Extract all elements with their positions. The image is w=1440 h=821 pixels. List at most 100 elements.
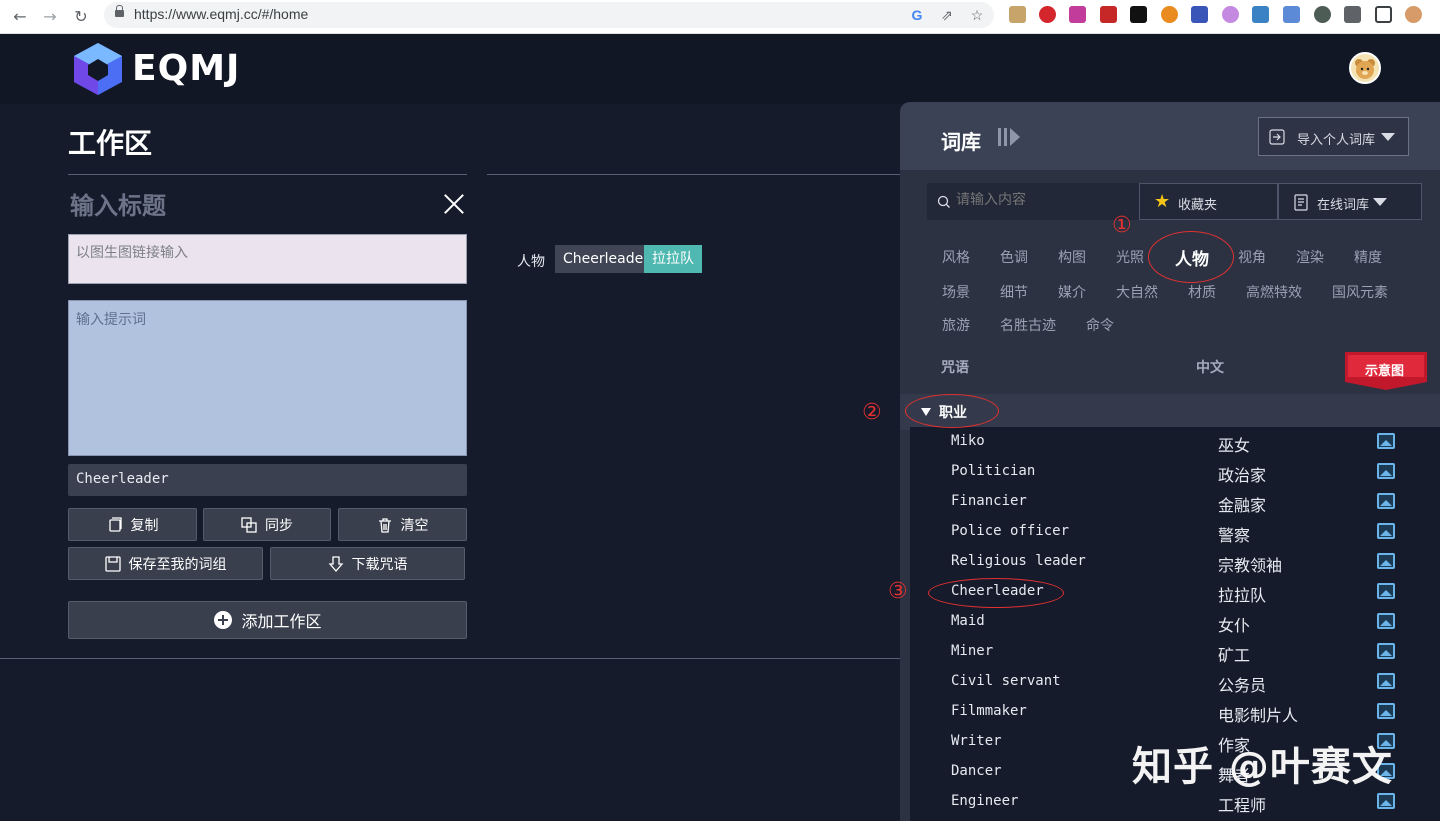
annotation-circle-people: [1148, 231, 1234, 283]
chevron-down-icon: [1381, 133, 1395, 141]
image-preview-icon[interactable]: [1377, 703, 1395, 719]
item-en: Police officer: [951, 523, 1070, 539]
list-item[interactable]: Miko 巫女: [910, 427, 1440, 457]
sidepanel-icon[interactable]: [1375, 6, 1392, 23]
save-icon: [104, 555, 121, 572]
copy-label: 复制: [130, 517, 159, 534]
list-item[interactable]: Maid 女仆: [910, 607, 1440, 637]
title-input[interactable]: 输入标题: [70, 186, 430, 220]
google-icon[interactable]: G: [908, 6, 926, 24]
sample-label: 示意图: [1365, 364, 1405, 379]
list-item[interactable]: Politician 政治家: [910, 457, 1440, 487]
favorites-button[interactable]: ★ 收藏夹: [1139, 183, 1278, 220]
download-button[interactable]: 下载咒语: [270, 547, 465, 580]
extension-puzzle-icon[interactable]: [1069, 6, 1086, 23]
extension-calendar-icon[interactable]: [1283, 6, 1300, 23]
category-chinese-style[interactable]: 国风元素: [1332, 282, 1388, 302]
list-item[interactable]: Miner 矿工: [910, 637, 1440, 667]
extension-dots-icon[interactable]: [1100, 6, 1117, 23]
bookmark-star-icon[interactable]: ☆: [968, 6, 986, 24]
category-scene[interactable]: 场景: [942, 282, 970, 302]
document-icon: [1294, 194, 1308, 211]
import-library-button[interactable]: 导入个人词库: [1258, 117, 1409, 156]
image-preview-icon[interactable]: [1377, 643, 1395, 659]
image-preview-icon[interactable]: [1377, 553, 1395, 569]
chevron-down-icon: [1373, 198, 1387, 206]
item-en: Writer: [951, 733, 1002, 749]
category-nature[interactable]: 大自然: [1116, 282, 1158, 302]
divider: [0, 658, 910, 659]
extension-globe-icon[interactable]: [1314, 6, 1331, 23]
extension-abp-icon[interactable]: [1039, 6, 1056, 23]
category-material[interactable]: 材质: [1188, 282, 1216, 302]
add-workspace-button[interactable]: 添加工作区: [68, 601, 467, 639]
list-item[interactable]: Police officer 警察: [910, 517, 1440, 547]
category-travel[interactable]: 旅游: [942, 315, 970, 335]
image-preview-icon[interactable]: [1377, 583, 1395, 599]
save-to-group-button[interactable]: 保存至我的词组: [68, 547, 263, 580]
category-composition[interactable]: 构图: [1058, 247, 1086, 267]
extension-v-icon[interactable]: [1252, 6, 1269, 23]
extension-image-icon[interactable]: [1009, 6, 1026, 23]
category-effects[interactable]: 高燃特效: [1246, 282, 1302, 302]
category-style[interactable]: 风格: [942, 247, 970, 267]
extension-circle-icon[interactable]: [1161, 6, 1178, 23]
copy-button[interactable]: 复制: [68, 508, 197, 541]
category-lighting[interactable]: 光照: [1116, 247, 1144, 267]
item-en: Civil servant: [951, 673, 1061, 689]
image-preview-icon[interactable]: [1377, 463, 1395, 479]
image-preview-icon[interactable]: [1377, 613, 1395, 629]
user-avatar[interactable]: [1349, 52, 1381, 84]
list-item[interactable]: Religious leader 宗教领袖: [910, 547, 1440, 577]
category-tone[interactable]: 色调: [1000, 247, 1028, 267]
item-zh: 金融家: [1218, 496, 1267, 515]
item-en: Filmmaker: [951, 703, 1027, 719]
brand-name[interactable]: EQMJ: [132, 48, 240, 89]
eqmj-logo-icon[interactable]: [72, 41, 124, 97]
category-landmarks[interactable]: 名胜古迹: [1000, 315, 1056, 335]
online-library-button[interactable]: 在线词库: [1278, 183, 1422, 220]
save-label: 保存至我的词组: [128, 556, 227, 573]
search-field[interactable]: [927, 183, 1139, 220]
image-preview-icon[interactable]: [1377, 523, 1395, 539]
list-item[interactable]: Financier 金融家: [910, 487, 1440, 517]
address-bar[interactable]: https://www.eqmj.cc/#/home G ⇗ ☆: [104, 2, 994, 28]
prompt-output[interactable]: Cheerleader: [68, 464, 467, 496]
back-icon[interactable]: ←: [10, 7, 30, 27]
extension-spiral-icon[interactable]: [1222, 6, 1239, 23]
search-input[interactable]: [956, 192, 1126, 208]
item-en: Financier: [951, 493, 1027, 509]
share-icon[interactable]: ⇗: [938, 6, 956, 24]
image-preview-icon[interactable]: [1377, 793, 1395, 809]
image-preview-icon[interactable]: [1377, 433, 1395, 449]
extension-square-icon[interactable]: [1191, 6, 1208, 23]
category-precision[interactable]: 精度: [1354, 247, 1382, 267]
close-icon[interactable]: [441, 191, 467, 217]
image-preview-icon[interactable]: [1377, 673, 1395, 689]
category-detail[interactable]: 细节: [1000, 282, 1028, 302]
extension-l-icon[interactable]: [1130, 6, 1147, 23]
list-item[interactable]: Filmmaker 电影制片人: [910, 697, 1440, 727]
sync-button[interactable]: 同步: [203, 508, 331, 541]
annotation-number-2: ②: [862, 400, 882, 425]
tag-chip-en[interactable]: Cheerleader: [555, 245, 657, 273]
sample-image-badge: 示意图: [1345, 352, 1427, 390]
category-medium[interactable]: 媒介: [1058, 282, 1086, 302]
image-preview-icon[interactable]: [1377, 493, 1395, 509]
item-zh: 电影制片人: [1218, 706, 1299, 725]
tag-chip-zh[interactable]: 拉拉队: [644, 245, 702, 273]
import-label: 导入个人词库: [1297, 133, 1376, 148]
image-link-input[interactable]: 以图生图链接输入: [68, 234, 467, 284]
prompt-textarea[interactable]: 输入提示词: [68, 300, 467, 456]
profile-avatar-icon[interactable]: [1405, 6, 1422, 23]
category-commands[interactable]: 命令: [1086, 315, 1114, 335]
category-view[interactable]: 视角: [1238, 247, 1266, 267]
list-item[interactable]: Civil servant 公务员: [910, 667, 1440, 697]
collapse-panel-icon[interactable]: [997, 126, 1021, 148]
category-render[interactable]: 渲染: [1296, 247, 1324, 267]
extensions-puzzle-icon[interactable]: [1344, 6, 1361, 23]
reload-icon[interactable]: ↻: [71, 7, 91, 27]
forward-icon[interactable]: →: [40, 7, 60, 27]
annotation-circle-cheerleader: [928, 578, 1064, 608]
clear-button[interactable]: 清空: [338, 508, 467, 541]
